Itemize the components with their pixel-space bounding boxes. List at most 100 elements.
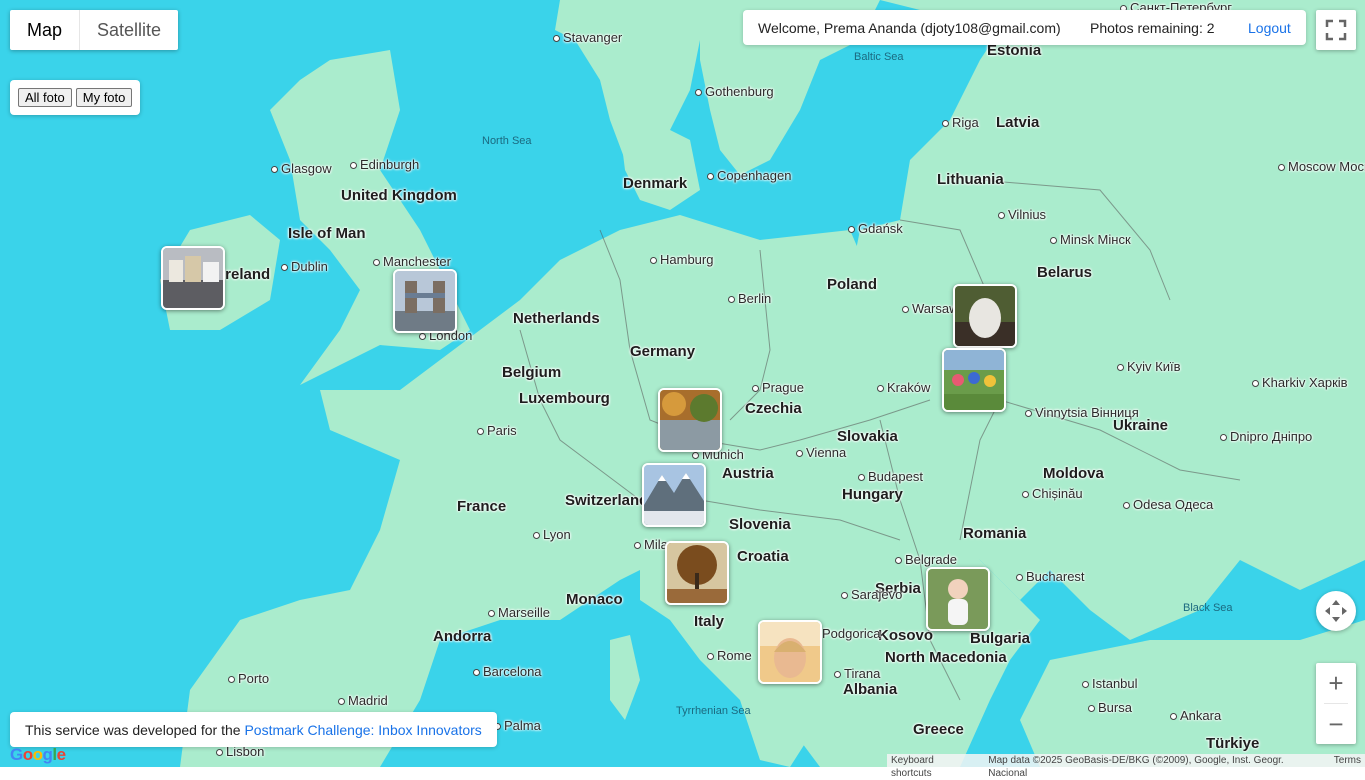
zoom-control: + − [1316,663,1356,744]
city-label: Stavanger [553,30,622,45]
zoom-in-button[interactable]: + [1316,663,1356,703]
country-label: Switzerland [565,492,649,509]
country-label: Isle of Man [288,225,366,242]
country-label: Netherlands [513,310,600,327]
city-label: Bursa [1088,700,1132,715]
country-label: Latvia [996,114,1040,131]
city-label: Podgorica [812,626,881,641]
country-label: Denmark [623,175,688,192]
city-label: Vilnius [998,207,1046,222]
country-label: Kosovo [878,627,934,644]
map-base-layer [0,0,1365,767]
map-type-map-button[interactable]: Map [10,10,79,50]
map-type-satellite-button[interactable]: Satellite [79,10,178,50]
city-label: Madrid [338,693,388,708]
country-label: Luxembourg [519,390,610,407]
city-label: Bucharest [1016,569,1085,584]
photo-marker-portrait[interactable] [758,620,822,684]
city-label: Minsk Мінск [1050,232,1131,247]
plus-icon: + [1328,667,1344,698]
city-label: Vienna [796,445,846,460]
city-label: Dnipro Дніпро [1220,429,1312,444]
country-label: Moldova [1043,465,1104,482]
country-label: Romania [963,525,1027,542]
city-label: Prague [752,380,804,395]
photos-remaining-text: Photos remaining: 2 [1090,20,1215,36]
city-label: Porto [228,671,269,686]
logout-link[interactable]: Logout [1248,20,1291,36]
map[interactable]: Estonia Latvia Lithuania Belarus Poland Denma… [0,0,1365,767]
city-label: Hamburg [650,252,713,267]
city-label: Belgrade [895,552,957,567]
photo-filter-panel: All foto My foto [10,80,141,115]
city-label: Gdańsk [848,221,903,236]
footer-text: This service was developed for the [25,722,245,738]
city-label: Edinburgh [350,157,419,172]
city-label: Warsaw [902,301,958,316]
welcome-text: Welcome, Prema Ananda (djoty108@gmail.co… [758,20,1061,36]
city-label: Tirana [834,666,880,681]
city-label: Paris [477,423,517,438]
city-label: Manchester [373,254,451,269]
map-data-text: Map data ©2025 GeoBasis-DE/BKG (©2009), … [988,755,1284,779]
photo-marker-autumn-tree[interactable] [665,541,729,605]
country-label: Türkiye [1206,735,1260,752]
city-label: Kharkiv Харків [1252,375,1348,390]
photo-marker-tower-bridge[interactable] [393,269,457,333]
country-label: Croatia [737,548,789,565]
zoom-out-button[interactable]: − [1316,704,1356,744]
camera-control-button[interactable] [1316,591,1356,631]
country-label: Hungary [842,486,903,503]
postmark-challenge-link[interactable]: Postmark Challenge: Inbox Innovators [244,722,481,738]
country-label: Andorra [433,628,492,645]
country-label: Germany [630,343,696,360]
footer-notice: This service was developed for the Postm… [10,712,497,747]
fullscreen-button[interactable] [1316,10,1356,50]
country-label: Greece [913,721,964,738]
city-label: Moscow Москва [1278,159,1365,174]
sea-label: North Sea [482,135,532,147]
map-type-control: Map Satellite [10,10,179,50]
country-label: Bulgaria [970,630,1031,647]
google-logo[interactable]: Google [10,745,66,765]
country-label: Belgium [502,364,562,381]
terms-link[interactable]: Terms [1334,754,1361,767]
user-bar: Welcome, Prema Ananda (djoty108@gmail.co… [743,10,1306,45]
photo-marker-autumn-river[interactable] [658,388,722,452]
city-label: Berlin [728,291,771,306]
country-label: Albania [843,681,898,698]
city-label: Istanbul [1082,676,1138,691]
my-foto-button[interactable]: My foto [75,88,133,107]
photo-marker-ganesha[interactable] [953,284,1017,348]
city-label: Odesa Одеса [1123,497,1213,512]
country-label: Austria [722,465,774,482]
photo-marker-baby[interactable] [926,567,990,631]
map-attribution: Keyboard shortcuts Map data ©2025 GeoBas… [887,754,1365,779]
move-arrows-icon [1325,600,1347,622]
photo-marker-children[interactable] [942,348,1006,412]
country-label: Monaco [566,591,623,608]
city-label: Chișinău [1022,486,1083,501]
city-label: Ankara [1170,708,1221,723]
country-label: North Macedonia [885,649,1007,666]
keyboard-shortcuts-link[interactable]: Keyboard shortcuts [891,754,976,779]
sea-label: Tyrrhenian Sea [676,705,751,717]
city-label: Barcelona [473,664,542,679]
country-label: Lithuania [937,171,1004,188]
city-label: Gothenburg [695,84,774,99]
country-label: Poland [827,276,878,293]
country-label: Belarus [1037,264,1093,281]
country-label: Slovenia [729,516,791,533]
sea-label: Black Sea [1183,602,1233,614]
city-label: Riga [942,115,979,130]
photo-marker-alps[interactable] [642,463,706,527]
footer-text-wrap: This service was developed for the Postm… [25,722,482,738]
fullscreen-icon [1325,19,1347,41]
city-label: Kraków [877,380,930,395]
country-label: Czechia [745,400,802,417]
city-label: Copenhagen [707,168,791,183]
city-label: Sarajevo [841,587,902,602]
city-label: Dublin [281,259,328,274]
all-foto-button[interactable]: All foto [18,88,72,107]
photo-marker-street[interactable] [161,246,225,310]
